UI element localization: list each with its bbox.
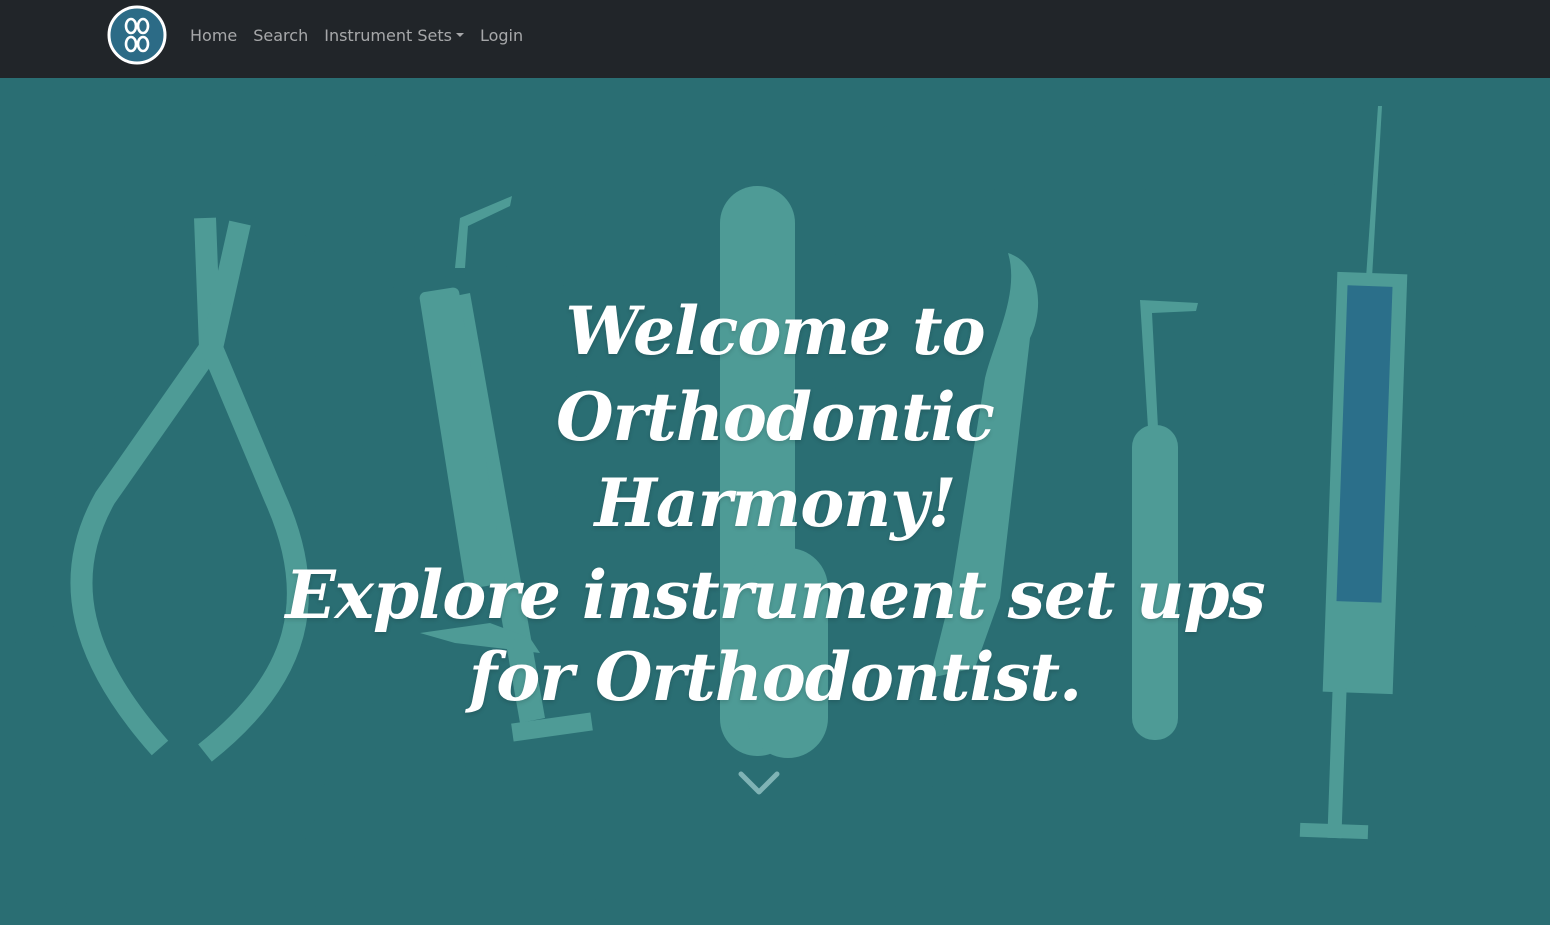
nav-instrument-sets-label: Instrument Sets (324, 25, 452, 45)
hero-subtitle: Explore instrument set ups for Orthodont… (285, 556, 1265, 716)
navbar: Home Search Instrument Sets Login (0, 0, 1550, 78)
nav-login-link[interactable]: Login (480, 26, 523, 45)
chevron-down-icon (738, 771, 780, 795)
hero-section: Welcome to Orthodontic Harmony! Explore … (0, 78, 1550, 925)
nav-home-link[interactable]: Home (190, 26, 237, 45)
brand-logo[interactable] (107, 5, 167, 65)
scroll-down-button[interactable] (737, 768, 781, 798)
nav-links: Home Search Instrument Sets Login (190, 22, 539, 48)
nav-instrument-sets-dropdown[interactable]: Instrument Sets (324, 26, 464, 45)
hero-title: Welcome to Orthodontic Harmony! (556, 292, 995, 542)
nav-search-link[interactable]: Search (253, 26, 308, 45)
hero-text: Welcome to Orthodontic Harmony! Explore … (0, 288, 1550, 718)
caret-down-icon (455, 33, 464, 37)
infinity-knot-logo-icon (107, 5, 167, 65)
